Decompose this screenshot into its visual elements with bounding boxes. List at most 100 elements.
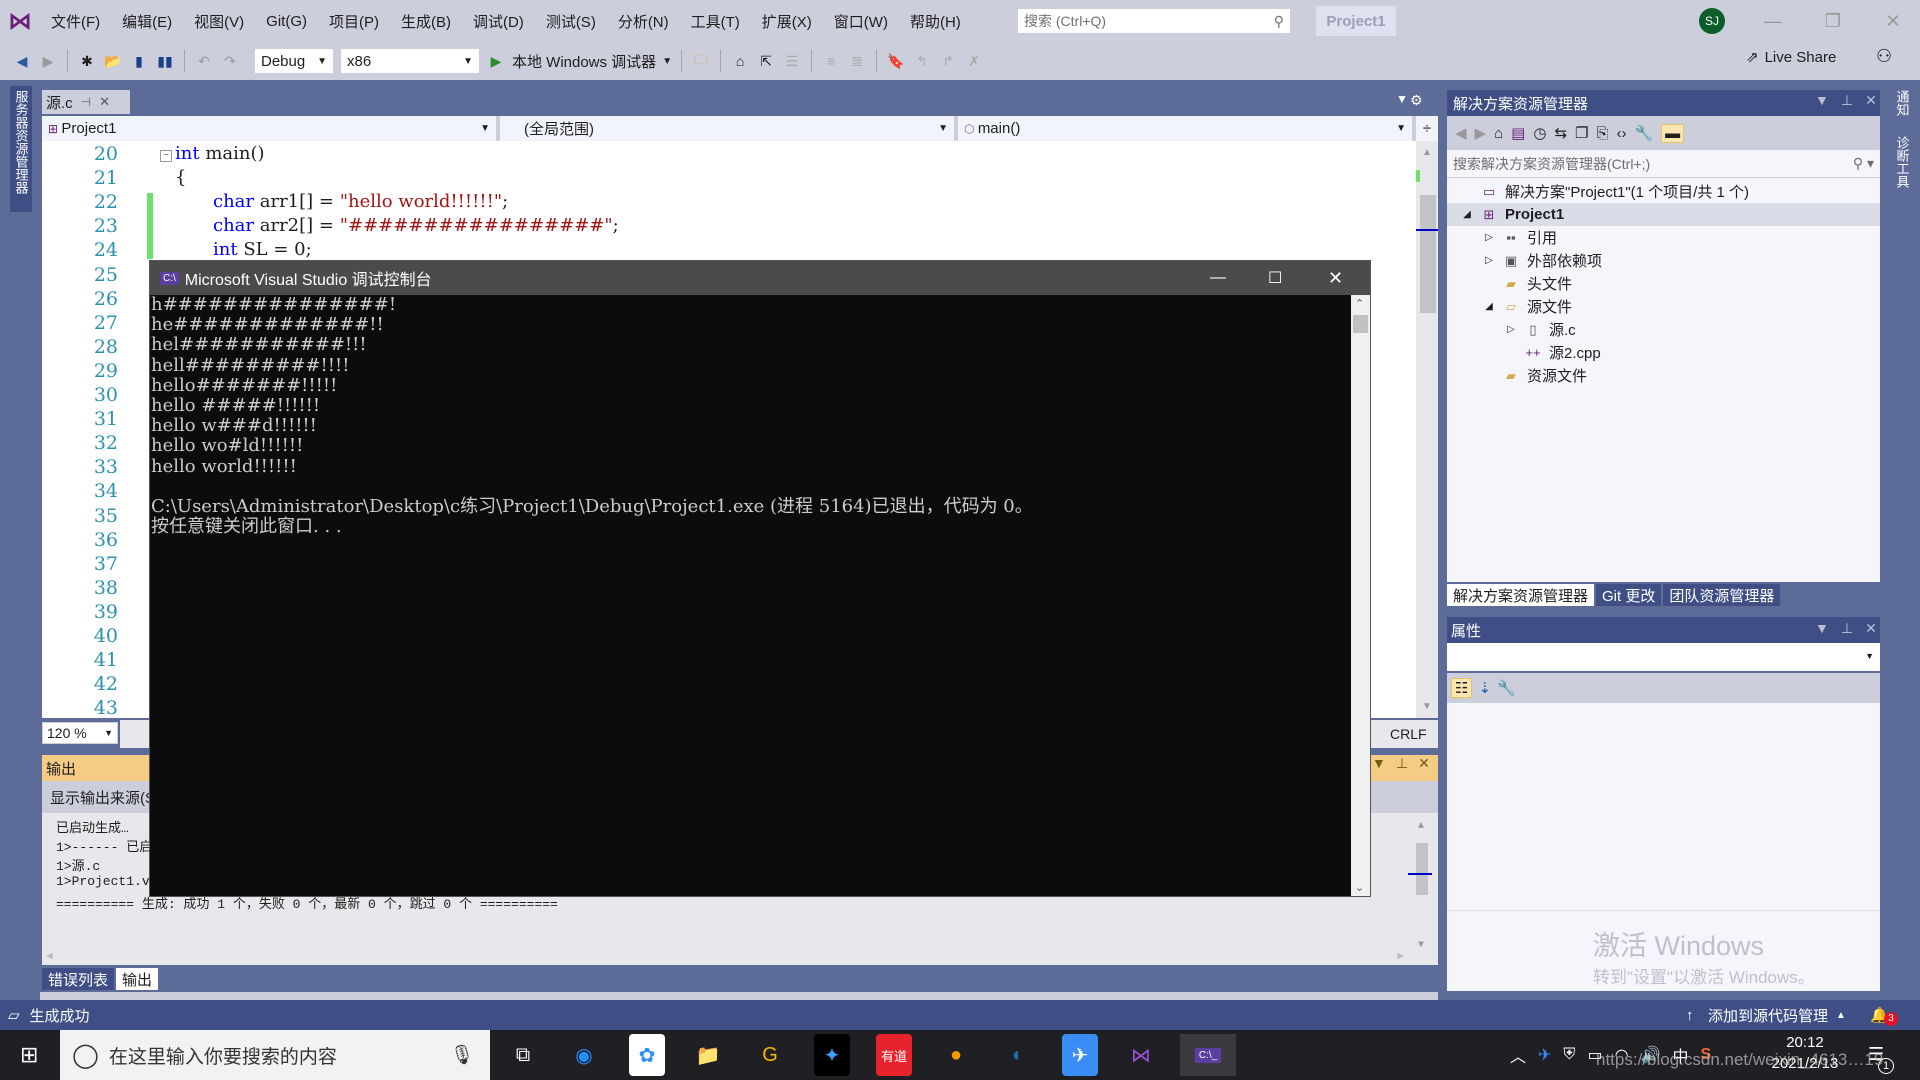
redo-icon[interactable]: ↷ (220, 51, 240, 71)
expander-icon[interactable]: ▷ (1505, 324, 1517, 335)
prev-bookmark-icon[interactable]: ↰ (912, 51, 932, 71)
feedback-icon[interactable]: ⚇ (1876, 46, 1892, 67)
youdao-icon[interactable]: 有道 (876, 1034, 912, 1076)
debug-console-window[interactable]: C:\ Microsoft Visual Studio 调试控制台 — ☐ ✕ … (149, 260, 1371, 897)
menu-extensions[interactable]: 扩展(X) (751, 11, 823, 32)
scroll-right-icon[interactable]: ▶ (1397, 949, 1404, 963)
console-maximize-button[interactable]: ☐ (1268, 268, 1282, 288)
browser-icon[interactable]: ⌂ (730, 51, 750, 71)
forward-icon[interactable]: ▶ (1475, 124, 1487, 142)
console-minimize-button[interactable]: — (1210, 269, 1226, 287)
scrollbar-thumb[interactable] (1353, 315, 1368, 333)
menu-edit[interactable]: 编辑(E) (111, 11, 183, 32)
project-nav-dropdown[interactable]: ⊞ Project1 ▼ (42, 116, 500, 141)
windows-start-icon[interactable]: ⊞ (20, 1042, 38, 1068)
tree-item[interactable]: ▷ ▣ 外部依赖项 (1447, 249, 1880, 272)
bookmark-icon[interactable]: 🔖 (886, 51, 906, 71)
split-editor-icon[interactable]: ÷ (1416, 116, 1438, 141)
collapse-icon[interactable]: − (160, 150, 172, 162)
tab-solution-explorer[interactable]: 解决方案资源管理器 (1447, 584, 1595, 606)
home-icon[interactable]: ⌂ (1494, 125, 1503, 142)
categorized-icon[interactable]: ☷ (1451, 678, 1473, 698)
start-debug-button[interactable]: 本地 Windows 调试器 (512, 51, 656, 72)
expander-icon[interactable]: ▷ (1483, 255, 1495, 266)
back-icon[interactable]: ◀ (1455, 124, 1467, 142)
gear-icon[interactable]: ⚙ (1410, 92, 1423, 109)
pin-icon[interactable]: ⊥ (1396, 755, 1408, 772)
tree-item[interactable]: ▷ ▯ 源.c (1447, 318, 1880, 341)
open-file-icon[interactable]: 📂 (103, 51, 123, 71)
tree-item[interactable]: ◢ ▱ 源文件 (1447, 295, 1880, 318)
close-icon[interactable]: ✕ (1865, 92, 1877, 109)
alphabetical-icon[interactable]: ⇣ (1478, 679, 1491, 697)
taskbar-search-input[interactable]: ◯ 在这里输入你要搜索的内容 🎙 (60, 1030, 490, 1080)
battle-net-icon[interactable]: ✦ (814, 1034, 850, 1076)
pending-changes-icon[interactable]: ◷ (1533, 124, 1546, 142)
scope-nav-dropdown[interactable]: (全局范围) ▼ (500, 116, 958, 141)
dropdown-icon[interactable]: ▼ (1372, 755, 1386, 772)
expander-icon[interactable]: ▷ (1483, 232, 1495, 243)
close-tab-icon[interactable]: ✕ (99, 94, 110, 110)
tree-item[interactable]: ++ 源2.cpp (1447, 341, 1880, 364)
add-to-source-control-button[interactable]: 添加到源代码管理 (1708, 1005, 1828, 1026)
tab-error-list[interactable]: 错误列表 (42, 968, 115, 990)
scroll-left-icon[interactable]: ◀ (46, 949, 53, 963)
close-button[interactable]: ✕ (1870, 8, 1916, 34)
find-in-files-icon[interactable]: 🗀 (691, 51, 711, 71)
zoom-dropdown[interactable]: 120 % ▼ (42, 722, 118, 744)
member-nav-dropdown[interactable]: ⬡ main() ▼ (958, 116, 1416, 141)
solution-explorer-search[interactable]: 搜索解决方案资源管理器(Ctrl+;) ⚲ ▾ (1447, 150, 1880, 178)
baidu-netdisk-icon[interactable]: ✿ (629, 1034, 665, 1076)
file-explorer-icon[interactable]: 📁 (685, 1034, 731, 1076)
app-g-icon[interactable]: G (747, 1034, 793, 1076)
dropdown-icon[interactable]: ▼ (1815, 620, 1829, 637)
lol-launcher-icon[interactable]: ● (933, 1034, 979, 1076)
server-explorer-tab[interactable]: 服务器资源管理器 (10, 86, 32, 212)
dropdown-icon[interactable]: ▼ (1815, 92, 1829, 109)
scrollbar-thumb[interactable] (1420, 195, 1436, 313)
tab-git-changes[interactable]: Git 更改 (1596, 584, 1662, 606)
tab-list-dropdown-icon[interactable]: ▼ (1396, 92, 1408, 106)
configuration-dropdown[interactable]: Debug ▼ (254, 48, 334, 74)
visual-studio-taskbar-icon[interactable]: ⋈ (1118, 1034, 1164, 1076)
xunlei-icon[interactable]: ✈ (1062, 1034, 1098, 1076)
line-ending-indicator[interactable]: CRLF (1390, 726, 1427, 742)
tree-item[interactable]: ▰ 资源文件 (1447, 364, 1880, 387)
live-share-button[interactable]: ⇗ Live Share (1746, 48, 1836, 67)
view-code-icon[interactable]: ‹› (1616, 125, 1626, 142)
menu-analyze[interactable]: 分析(N) (607, 11, 680, 32)
editor-vertical-scrollbar[interactable]: ▲ ▼ (1416, 141, 1438, 718)
avatar[interactable]: SJ (1699, 8, 1725, 34)
properties-icon[interactable]: 🔧 (1634, 124, 1653, 142)
minimize-button[interactable]: — (1750, 8, 1796, 34)
tree-item[interactable]: ▰ 头文件 (1447, 272, 1880, 295)
restore-button[interactable]: ❐ (1810, 8, 1856, 34)
show-all-files-icon[interactable]: ⎘ (1596, 125, 1608, 142)
tab-output[interactable]: 输出 (116, 968, 159, 990)
start-debug-icon[interactable]: ▶ (486, 51, 506, 71)
expander-icon[interactable]: ◢ (1483, 301, 1495, 312)
steam-icon[interactable]: ◐ (995, 1034, 1041, 1076)
collapse-all-icon[interactable]: ❐ (1575, 124, 1588, 142)
console-close-button[interactable]: ✕ (1328, 268, 1343, 289)
sync-icon[interactable]: ⇆ (1554, 124, 1567, 142)
console-scrollbar[interactable]: ⌃ ⌄ (1351, 295, 1370, 896)
menu-git[interactable]: Git(G) (255, 13, 318, 30)
tree-item[interactable]: ◢ ⊞ Project1 (1447, 203, 1880, 226)
diagnostic-tools-tab[interactable]: 诊断工具 (1890, 132, 1914, 188)
output-vertical-scrollbar[interactable]: ▲ ▼ (1408, 821, 1432, 951)
expander-icon[interactable]: ◢ (1461, 209, 1473, 220)
xunlei-tray-icon[interactable]: ✈ (1538, 1045, 1551, 1065)
menu-window[interactable]: 窗口(W) (823, 11, 899, 32)
save-icon[interactable]: ▮ (129, 51, 149, 71)
next-bookmark-icon[interactable]: ↱ (938, 51, 958, 71)
qq-browser-icon[interactable]: ◉ (561, 1034, 607, 1076)
new-project-icon[interactable]: ✱ (77, 51, 97, 71)
pin-icon[interactable]: ⊥ (1841, 620, 1853, 637)
platform-dropdown[interactable]: x86 ▼ (340, 48, 480, 74)
menu-help[interactable]: 帮助(H) (899, 11, 972, 32)
console-title-bar[interactable]: C:\ Microsoft Visual Studio 调试控制台 — ☐ ✕ (150, 261, 1370, 295)
close-icon[interactable]: ✕ (1865, 620, 1877, 637)
format-icon[interactable]: ☰ (782, 51, 802, 71)
pin-icon[interactable]: ⊣ (81, 95, 91, 109)
